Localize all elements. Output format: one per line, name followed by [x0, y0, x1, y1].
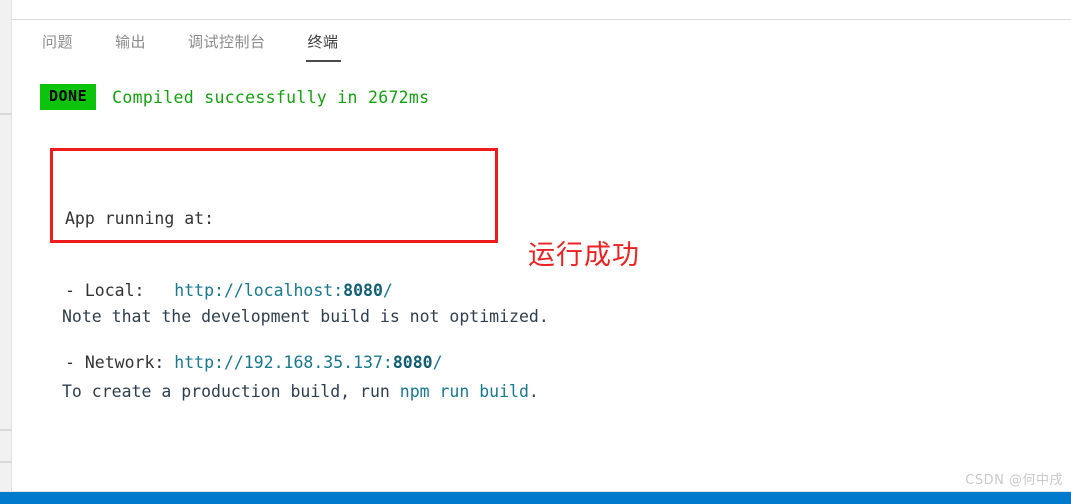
note-line-2-prefix: To create a production build, run — [62, 382, 400, 401]
tab-problems[interactable]: 问题 — [40, 27, 75, 62]
note-line-2-suffix: . — [528, 382, 539, 401]
status-bar[interactable] — [0, 492, 1071, 504]
terminal-output-area[interactable]: DONE Compiled successfully in 2672ms App… — [12, 68, 1071, 492]
vscode-panel-window: 问题 输出 调试控制台 终端 DONE Compiled successfull… — [0, 0, 1071, 504]
done-badge: DONE — [40, 84, 97, 110]
csdn-watermark: CSDN @何中戌 — [965, 473, 1063, 488]
tab-output[interactable]: 输出 — [113, 27, 148, 62]
compile-success-message: Compiled successfully in 2672ms — [112, 87, 430, 107]
tab-terminal[interactable]: 终端 — [305, 27, 341, 62]
npm-run-build-command: npm run build — [399, 382, 529, 401]
panel-tab-bar: 问题 输出 调试控制台 终端 — [12, 20, 1071, 68]
activity-bar-divider-2 — [0, 429, 12, 431]
note-line-1: Note that the development build is not o… — [62, 307, 549, 326]
tab-debug-console[interactable]: 调试控制台 — [186, 27, 268, 62]
app-running-heading: App running at: — [65, 209, 215, 228]
app-running-highlight-box: App running at: - Local: http://localhos… — [50, 148, 498, 372]
build-note-block: Note that the development build is not o… — [62, 254, 549, 454]
note-line-2: To create a production build, run npm ru… — [62, 379, 549, 404]
compile-status-line: DONE Compiled successfully in 2672ms — [40, 84, 429, 110]
activity-bar-strip — [0, 0, 12, 492]
activity-bar-divider-3 — [0, 461, 12, 463]
activity-bar-divider-1 — [0, 113, 12, 115]
